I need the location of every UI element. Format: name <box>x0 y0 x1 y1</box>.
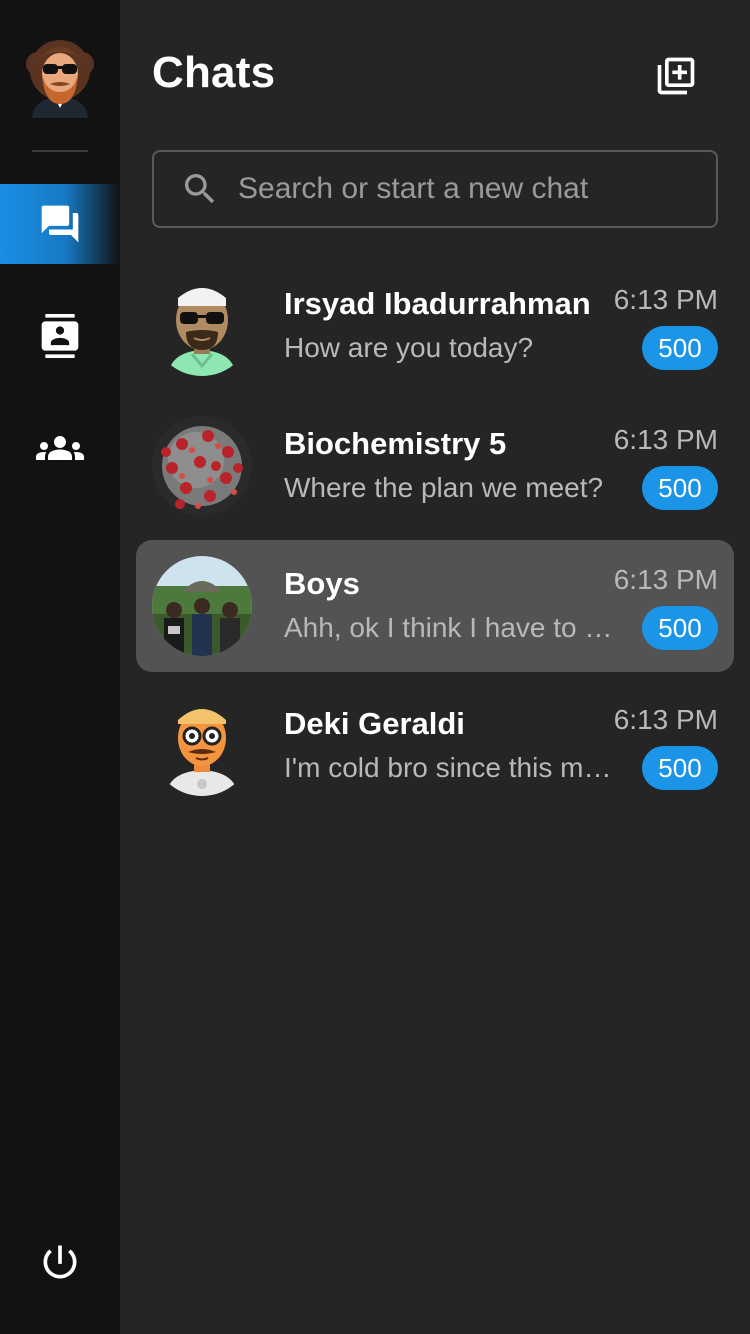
chats-icon <box>41 205 79 243</box>
chat-item[interactable]: Biochemistry 5 Where the plan we meet? 6… <box>136 400 734 532</box>
chat-item-selected[interactable]: Boys Ahh, ok I think I have to go now 6:… <box>136 540 734 672</box>
chat-time: 6:13 PM <box>613 284 718 315</box>
chat-name: Boys <box>284 566 360 601</box>
group-avatar <box>152 416 252 516</box>
contact-avatar <box>152 696 252 796</box>
chat-time: 6:13 PM <box>613 704 718 735</box>
chat-name: Deki Geraldi <box>284 706 465 741</box>
contact-avatar <box>152 276 252 376</box>
chat-preview: I'm cold bro since this morning <box>284 752 614 783</box>
chat-preview: Ahh, ok I think I have to go now <box>284 612 614 643</box>
new-chat-icon <box>657 57 695 95</box>
chat-preview: Where the plan we meet? <box>284 472 604 503</box>
new-chat-button[interactable] <box>654 54 698 98</box>
user-avatar[interactable] <box>24 34 96 118</box>
group-avatar <box>152 556 252 656</box>
search-box <box>152 150 718 228</box>
page-title: Chats <box>152 48 276 97</box>
power-icon <box>43 1245 77 1279</box>
unread-badge: 500 <box>642 326 718 370</box>
logout-button[interactable] <box>0 1222 120 1302</box>
unread-badge: 500 <box>642 606 718 650</box>
nav-rail <box>0 0 120 1334</box>
nav-item-chats[interactable] <box>0 184 120 264</box>
nav-item-groups[interactable] <box>0 408 120 488</box>
chat-preview: How are you today? <box>284 332 534 363</box>
chat-item[interactable]: Deki Geraldi I'm cold bro since this mor… <box>136 680 734 812</box>
unread-badge: 500 <box>642 746 718 790</box>
chat-item[interactable]: Irsyad Ibadurrahman How are you today? 6… <box>136 260 734 392</box>
chat-list-panel: Chats Irsyad Ibadurrahm <box>120 0 750 1334</box>
search-icon <box>185 174 215 204</box>
contacts-icon <box>41 314 79 358</box>
search-input[interactable] <box>238 172 716 206</box>
groups-icon <box>36 436 84 460</box>
chat-time: 6:13 PM <box>613 564 718 595</box>
rail-divider <box>32 150 88 152</box>
chat-name: Irsyad Ibadurrahman <box>284 286 591 321</box>
nav-item-contacts[interactable] <box>0 296 120 376</box>
chat-time: 6:13 PM <box>613 424 718 455</box>
chat-name: Biochemistry 5 <box>284 426 507 461</box>
unread-badge: 500 <box>642 466 718 510</box>
